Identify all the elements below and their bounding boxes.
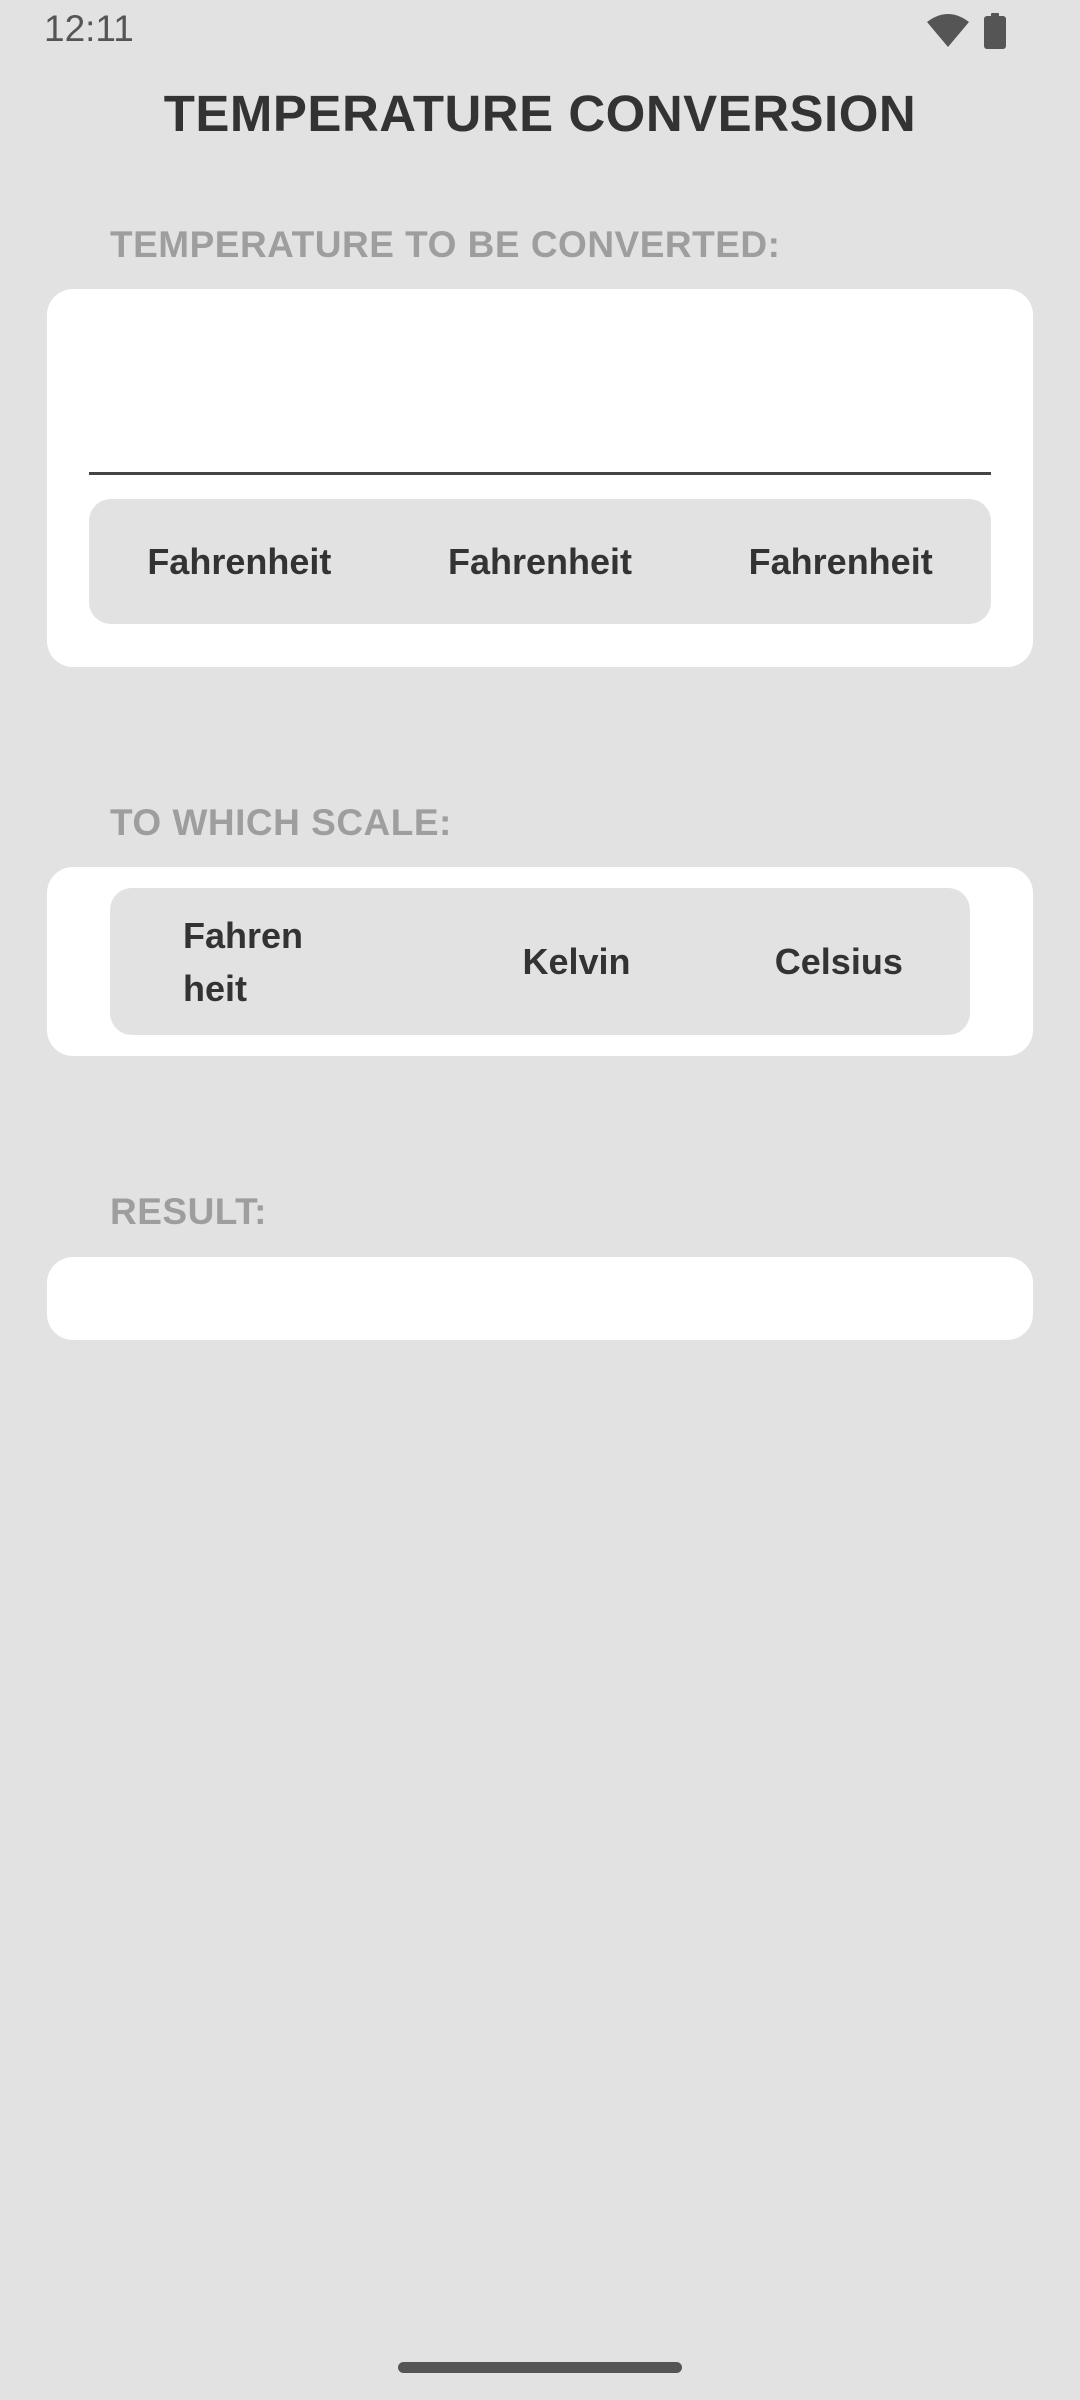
battery-icon bbox=[984, 13, 1006, 49]
status-time: 12:11 bbox=[44, 8, 134, 49]
temperature-input[interactable] bbox=[89, 319, 991, 475]
source-scale-option-2[interactable]: Fahrenheit bbox=[390, 499, 691, 624]
source-scale-selector: Fahrenheit Fahrenheit Fahrenheit bbox=[89, 499, 991, 624]
target-card: Fahrenheit Kelvin Celsius bbox=[47, 867, 1033, 1056]
input-card: Fahrenheit Fahrenheit Fahrenheit bbox=[47, 289, 1033, 667]
target-scale-kelvin[interactable]: Kelvin bbox=[445, 888, 707, 1035]
input-section-label: TEMPERATURE TO BE CONVERTED: bbox=[110, 224, 781, 265]
result-section-label: RESULT: bbox=[110, 1191, 267, 1232]
wifi-icon bbox=[927, 14, 969, 47]
target-scale-fahrenheit-label: Fahrenheit bbox=[183, 914, 304, 1009]
target-section-label: TO WHICH SCALE: bbox=[110, 802, 452, 843]
target-scale-selector: Fahrenheit Kelvin Celsius bbox=[110, 888, 970, 1035]
target-scale-fahrenheit[interactable]: Fahrenheit bbox=[110, 888, 445, 1035]
status-bar: 12:11 bbox=[0, 0, 1080, 62]
source-scale-option-3[interactable]: Fahrenheit bbox=[690, 499, 991, 624]
result-box bbox=[47, 1257, 1033, 1340]
target-scale-celsius[interactable]: Celsius bbox=[708, 888, 970, 1035]
home-indicator[interactable] bbox=[398, 2362, 682, 2373]
page-title: TEMPERATURE CONVERSION bbox=[163, 85, 917, 142]
source-scale-option-1[interactable]: Fahrenheit bbox=[89, 499, 390, 624]
